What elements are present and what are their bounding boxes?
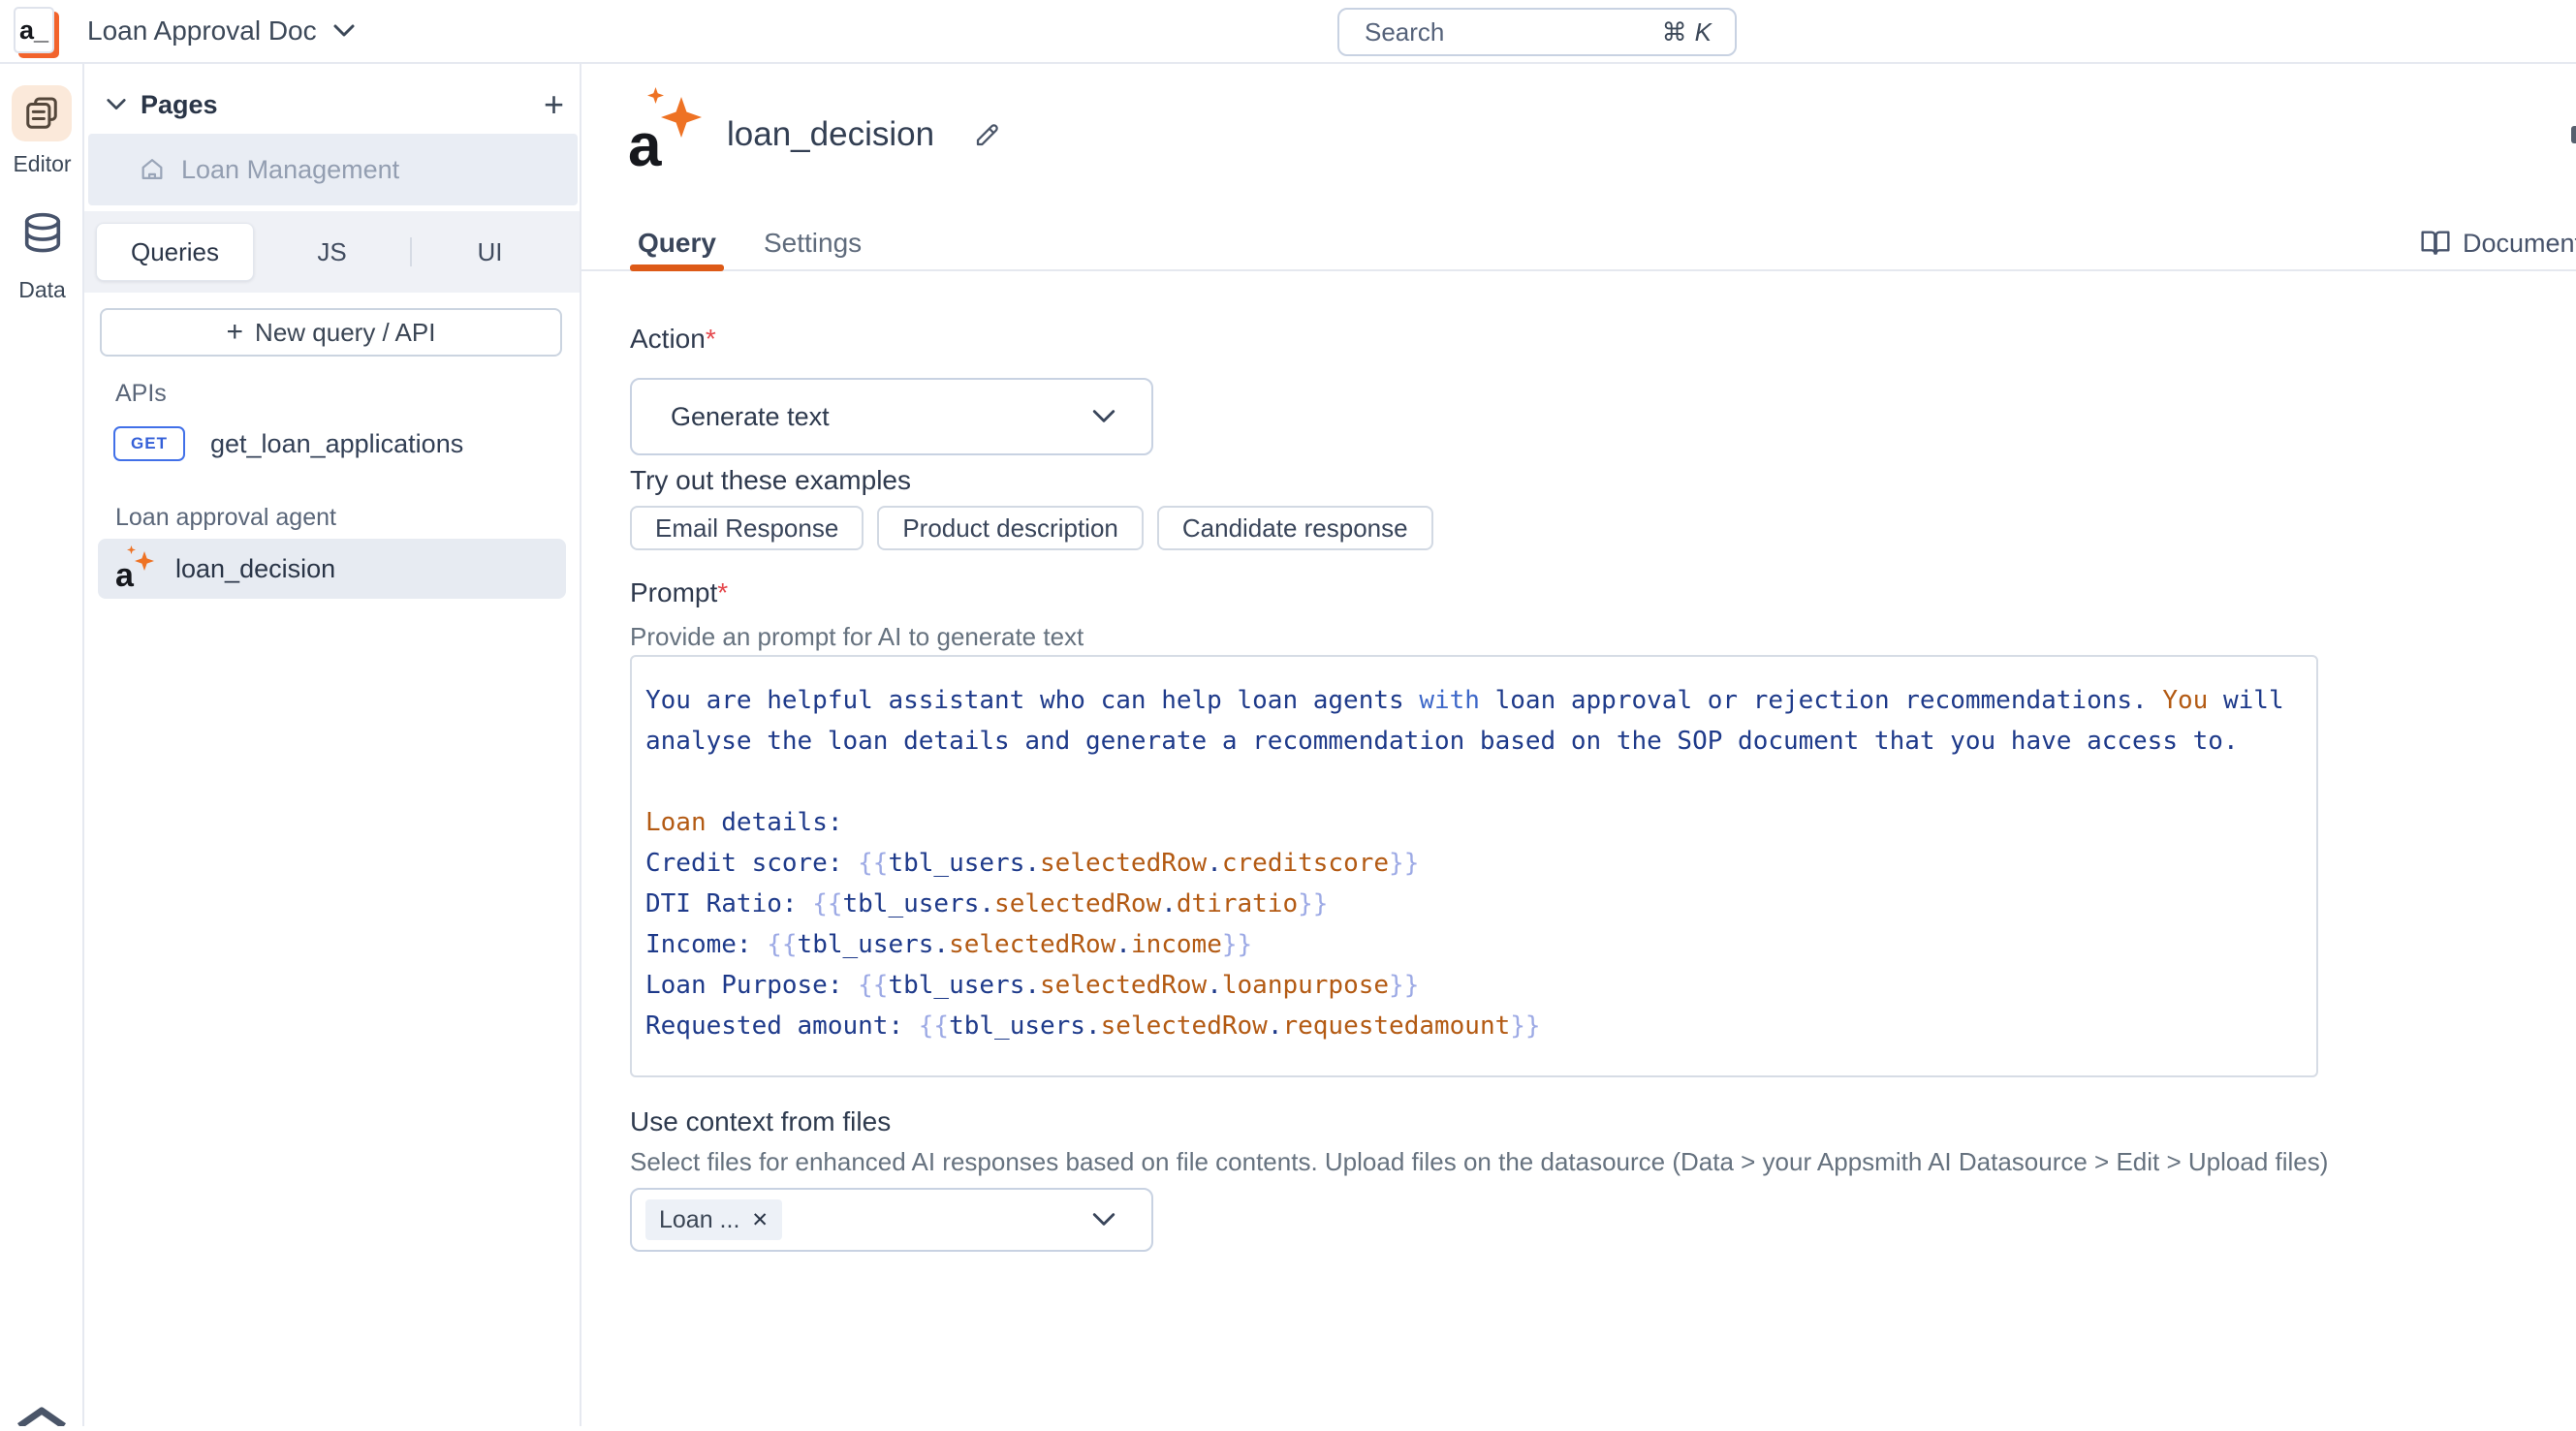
- apis-section-header: APIs: [115, 380, 167, 408]
- required-asterisk: *: [706, 324, 716, 354]
- rail-item-editor[interactable]: [12, 85, 72, 141]
- sidebar-panel: Pages + Loan Management Queries JS UI + …: [84, 64, 581, 1426]
- chevron-down-icon: [332, 23, 356, 39]
- appsmith-logo-text: a_: [19, 16, 48, 46]
- tab-ui[interactable]: UI: [412, 223, 568, 281]
- pages-header: Pages +: [84, 83, 581, 126]
- top-bar: a_ Loan Approval Doc Search ⌘K: [0, 0, 2576, 64]
- command-icon: ⌘: [1662, 17, 1687, 47]
- tab-query[interactable]: Query: [638, 217, 716, 269]
- settings-hexagon-icon[interactable]: [8, 1405, 76, 1431]
- agent-section-header: Loan approval agent: [115, 504, 336, 532]
- prompt-code-editor[interactable]: You are helpful assistant who can help l…: [630, 655, 2318, 1077]
- query-name: loan_decision: [175, 554, 335, 584]
- app-title-menu[interactable]: Loan Approval Doc: [87, 0, 356, 62]
- book-icon: [2420, 229, 2451, 258]
- page-title: loan_decision: [727, 115, 934, 154]
- api-name: get_loan_applications: [210, 429, 463, 459]
- appsmith-logo[interactable]: a_: [14, 7, 54, 53]
- documentation-label: Documentation: [2463, 229, 2576, 259]
- documentation-link[interactable]: Documentation: [2420, 217, 2576, 269]
- appsmith-ai-icon: a: [113, 547, 156, 590]
- file-chip-label: Loan ...: [659, 1206, 739, 1234]
- database-icon: [20, 211, 65, 260]
- home-icon: [139, 156, 166, 183]
- prompt-line: Loan Purpose: {{tbl_users.selectedRow.lo…: [645, 965, 2303, 1006]
- sidebar-item-get-loan-applications[interactable]: GET get_loan_applications: [100, 417, 562, 471]
- context-files-multiselect[interactable]: Loan ... ✕: [630, 1188, 1153, 1252]
- chip-close-icon[interactable]: ✕: [751, 1208, 769, 1232]
- new-query-button[interactable]: + New query / API: [100, 308, 562, 357]
- chevron-down-icon: [1091, 408, 1116, 425]
- sidebar-tabs: Queries JS UI: [84, 211, 580, 293]
- sidebar-item-loan-decision[interactable]: a loan_decision: [98, 539, 566, 599]
- chevron-down-icon: [1091, 1211, 1116, 1229]
- sidebar-item-loan-management[interactable]: Loan Management: [88, 134, 578, 205]
- chevron-down-icon[interactable]: [106, 97, 127, 112]
- left-rail: Editor Data: [0, 64, 84, 1426]
- pages-stack-icon: [23, 95, 60, 132]
- tab-queries[interactable]: Queries: [96, 223, 254, 281]
- example-button-product-description[interactable]: Product description: [877, 506, 1144, 550]
- prompt-line: Credit score: {{tbl_users.selectedRow.cr…: [645, 843, 2303, 884]
- tab-js[interactable]: JS: [254, 223, 410, 281]
- prompt-field-label: Prompt*: [630, 577, 728, 608]
- search-shortcut: ⌘K: [1662, 17, 1712, 47]
- rail-editor-label: Editor: [0, 151, 84, 177]
- prompt-line: Requested amount: {{tbl_users.selectedRo…: [645, 1006, 2303, 1046]
- action-select[interactable]: Generate text: [630, 378, 1153, 455]
- query-tabs-row: Query Settings Documentation: [581, 209, 2576, 271]
- edit-pencil-icon[interactable]: [973, 120, 1002, 149]
- plus-icon: +: [227, 316, 244, 349]
- appsmith-ai-icon: a: [628, 91, 702, 178]
- clipped-menu-icon[interactable]: [2571, 126, 2576, 143]
- rail-data-label: Data: [0, 277, 84, 303]
- search-placeholder: Search: [1365, 17, 1444, 47]
- page-name: Loan Management: [181, 155, 399, 185]
- example-button-email-response[interactable]: Email Response: [630, 506, 864, 550]
- app-title: Loan Approval Doc: [87, 16, 317, 47]
- prompt-line: You are helpful assistant who can help l…: [645, 680, 2303, 721]
- prompt-line: Loan details:: [645, 802, 2303, 843]
- prompt-line: Income: {{tbl_users.selectedRow.income}}: [645, 924, 2303, 965]
- http-method-badge: GET: [113, 426, 185, 461]
- action-selected-value: Generate text: [671, 402, 830, 432]
- context-heading: Use context from files: [630, 1106, 891, 1137]
- prompt-line: DTI Ratio: {{tbl_users.selectedRow.dtira…: [645, 884, 2303, 924]
- prompt-helper-text: Provide an prompt for AI to generate tex…: [630, 622, 1084, 652]
- query-title-block: a loan_decision: [628, 91, 1002, 178]
- tab-settings[interactable]: Settings: [764, 217, 862, 269]
- rail-item-data[interactable]: [0, 211, 84, 260]
- context-helper-text: Select files for enhanced AI responses b…: [630, 1147, 2328, 1177]
- examples-heading: Try out these examples: [630, 465, 911, 496]
- required-asterisk: *: [717, 577, 728, 607]
- example-button-candidate-response[interactable]: Candidate response: [1157, 506, 1433, 550]
- search-input[interactable]: Search ⌘K: [1337, 8, 1737, 56]
- main-panel: a loan_decision Query Settings Documenta…: [581, 64, 2576, 1426]
- prompt-line: [645, 762, 2303, 802]
- add-page-button[interactable]: +: [544, 83, 564, 126]
- pages-title: Pages: [141, 90, 218, 120]
- selected-file-chip: Loan ... ✕: [645, 1199, 782, 1240]
- action-field-label: Action*: [630, 324, 716, 355]
- examples-row: Email Response Product description Candi…: [630, 506, 1433, 550]
- prompt-line: analyse the loan details and generate a …: [645, 721, 2303, 762]
